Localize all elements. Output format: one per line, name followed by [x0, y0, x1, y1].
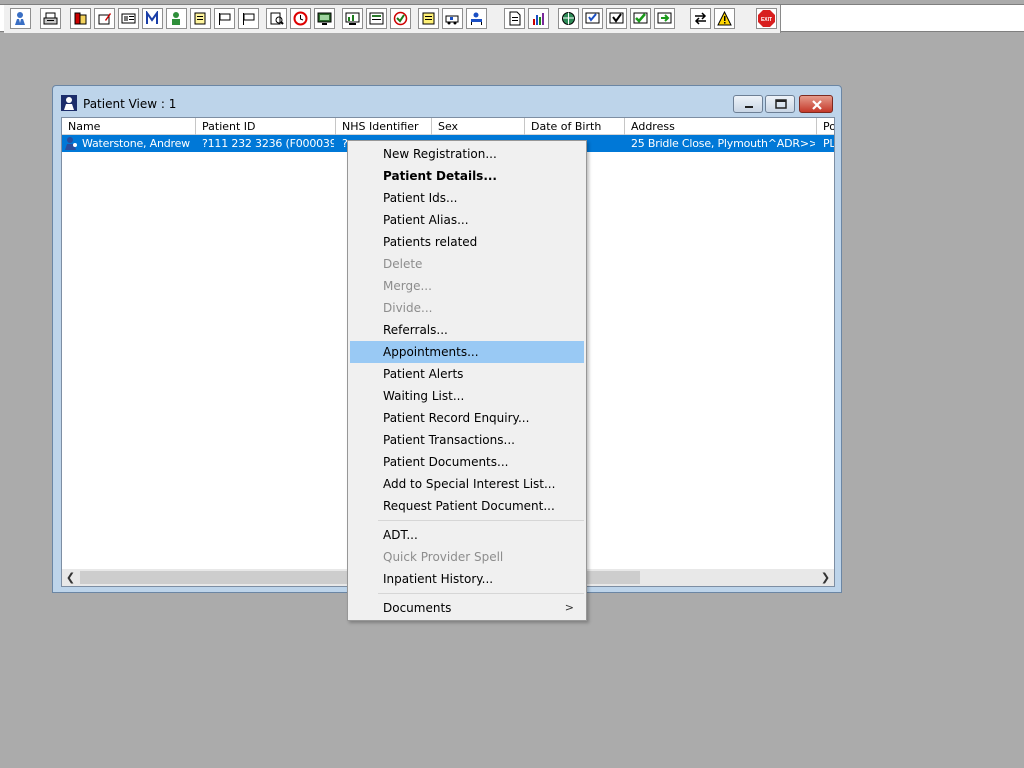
- cell-patient-id: ?111 232 3236 (F000039): [202, 137, 334, 150]
- menu-item-appointments[interactable]: Appointments...: [350, 341, 584, 363]
- column-header-nhs-identifier[interactable]: NHS Identifier: [336, 118, 432, 135]
- chevron-right-icon: >: [564, 601, 574, 614]
- approve-icon[interactable]: [630, 8, 651, 29]
- menu-item-add-to-special-interest-list[interactable]: Add to Special Interest List...: [350, 473, 584, 495]
- menu-item-adt[interactable]: ADT...: [350, 524, 584, 546]
- cell-address: 25 Bridle Close, Plymouth^ADR>>: [631, 137, 815, 150]
- menu-item-patient-ids[interactable]: Patient Ids...: [350, 187, 584, 209]
- menu-item-referrals[interactable]: Referrals...: [350, 319, 584, 341]
- ambulance-icon[interactable]: [442, 8, 463, 29]
- menu-item-inpatient-history[interactable]: Inpatient History...: [350, 568, 584, 590]
- cell-name: Waterstone, Andrew: [82, 137, 190, 150]
- menu-item-patient-alerts[interactable]: Patient Alerts: [350, 363, 584, 385]
- menu-item-quick-provider-spell: Quick Provider Spell: [383, 550, 504, 564]
- notepad-icon[interactable]: [190, 8, 211, 29]
- m-icon[interactable]: [142, 8, 163, 29]
- form-icon[interactable]: [366, 8, 387, 29]
- globe-icon[interactable]: [558, 8, 579, 29]
- toolbar-button-strip: EXIT: [4, 5, 781, 33]
- menu-item-request-patient-document[interactable]: Request Patient Document...: [350, 495, 584, 517]
- menu-item-patient-documents[interactable]: Patient Documents...: [350, 451, 584, 473]
- menu-item-patients-related[interactable]: Patients related: [350, 231, 584, 253]
- main-toolbar: EXIT: [0, 4, 1024, 33]
- cell-postcode: PL: [823, 137, 834, 150]
- patient-context-menu: New Registration... Patient Details... P…: [347, 140, 587, 621]
- maximize-button[interactable]: [765, 95, 795, 113]
- monitor-icon[interactable]: [314, 8, 335, 29]
- menu-item-merge: Merge...: [383, 279, 432, 293]
- window-titlebar[interactable]: Patient View : 1: [53, 86, 841, 118]
- menu-item-waiting-list[interactable]: Waiting List...: [350, 385, 584, 407]
- menu-item-patient-record-enquiry[interactable]: Patient Record Enquiry...: [350, 407, 584, 429]
- document-icon[interactable]: [504, 8, 525, 29]
- menu-separator: [378, 593, 584, 594]
- notes-icon[interactable]: [418, 8, 439, 29]
- menu-separator: [378, 520, 584, 521]
- column-header-sex[interactable]: Sex: [432, 118, 525, 135]
- column-header-date-of-birth[interactable]: Date of Birth: [525, 118, 625, 135]
- forward-icon[interactable]: [654, 8, 675, 29]
- patient-window-icon: [61, 95, 77, 111]
- id-card-icon[interactable]: [118, 8, 139, 29]
- printer-icon[interactable]: [40, 8, 61, 29]
- book-icon[interactable]: [70, 8, 91, 29]
- scroll-right-icon[interactable]: ❯: [817, 569, 834, 586]
- bed-icon[interactable]: [466, 8, 487, 29]
- globe-document-icon[interactable]: [390, 8, 411, 29]
- window-title: Patient View : 1: [83, 97, 177, 111]
- exit-icon-label: EXIT: [761, 17, 772, 23]
- menu-item-patient-transactions[interactable]: Patient Transactions...: [350, 429, 584, 451]
- transfer-icon[interactable]: [690, 8, 711, 29]
- menu-item-divide: Divide...: [383, 301, 433, 315]
- menu-item-documents[interactable]: Documents >: [350, 597, 584, 619]
- minimize-button[interactable]: [733, 95, 763, 113]
- menu-item-documents-label: Documents: [383, 601, 452, 615]
- clock-icon[interactable]: [290, 8, 311, 29]
- column-header-address[interactable]: Address: [625, 118, 817, 135]
- menu-item-patient-details[interactable]: Patient Details...: [350, 165, 584, 187]
- search-document-icon[interactable]: [266, 8, 287, 29]
- list-header: Name Patient ID NHS Identifier Sex Date …: [62, 118, 834, 135]
- flag-icon[interactable]: [214, 8, 235, 29]
- scroll-left-icon[interactable]: ❮: [62, 569, 79, 586]
- checklist-icon[interactable]: [582, 8, 603, 29]
- column-header-patient-id[interactable]: Patient ID: [196, 118, 336, 135]
- chart-icon[interactable]: [342, 8, 363, 29]
- patient-search-icon[interactable]: [10, 8, 31, 29]
- menu-item-patient-alias[interactable]: Patient Alias...: [350, 209, 584, 231]
- menu-item-new-registration[interactable]: New Registration...: [350, 143, 584, 165]
- patient-row-icon: [64, 136, 80, 151]
- flag-icon[interactable]: [238, 8, 259, 29]
- bar-chart-icon[interactable]: [528, 8, 549, 29]
- close-button[interactable]: [799, 95, 833, 113]
- person-icon[interactable]: [166, 8, 187, 29]
- menu-item-delete: Delete: [383, 257, 423, 271]
- column-header-name[interactable]: Name: [62, 118, 196, 135]
- check-document-icon[interactable]: [606, 8, 627, 29]
- warning-icon[interactable]: [714, 8, 735, 29]
- edit-document-icon[interactable]: [94, 8, 115, 29]
- exit-icon[interactable]: EXIT: [756, 8, 777, 29]
- column-header-postcode[interactable]: Po: [817, 118, 834, 135]
